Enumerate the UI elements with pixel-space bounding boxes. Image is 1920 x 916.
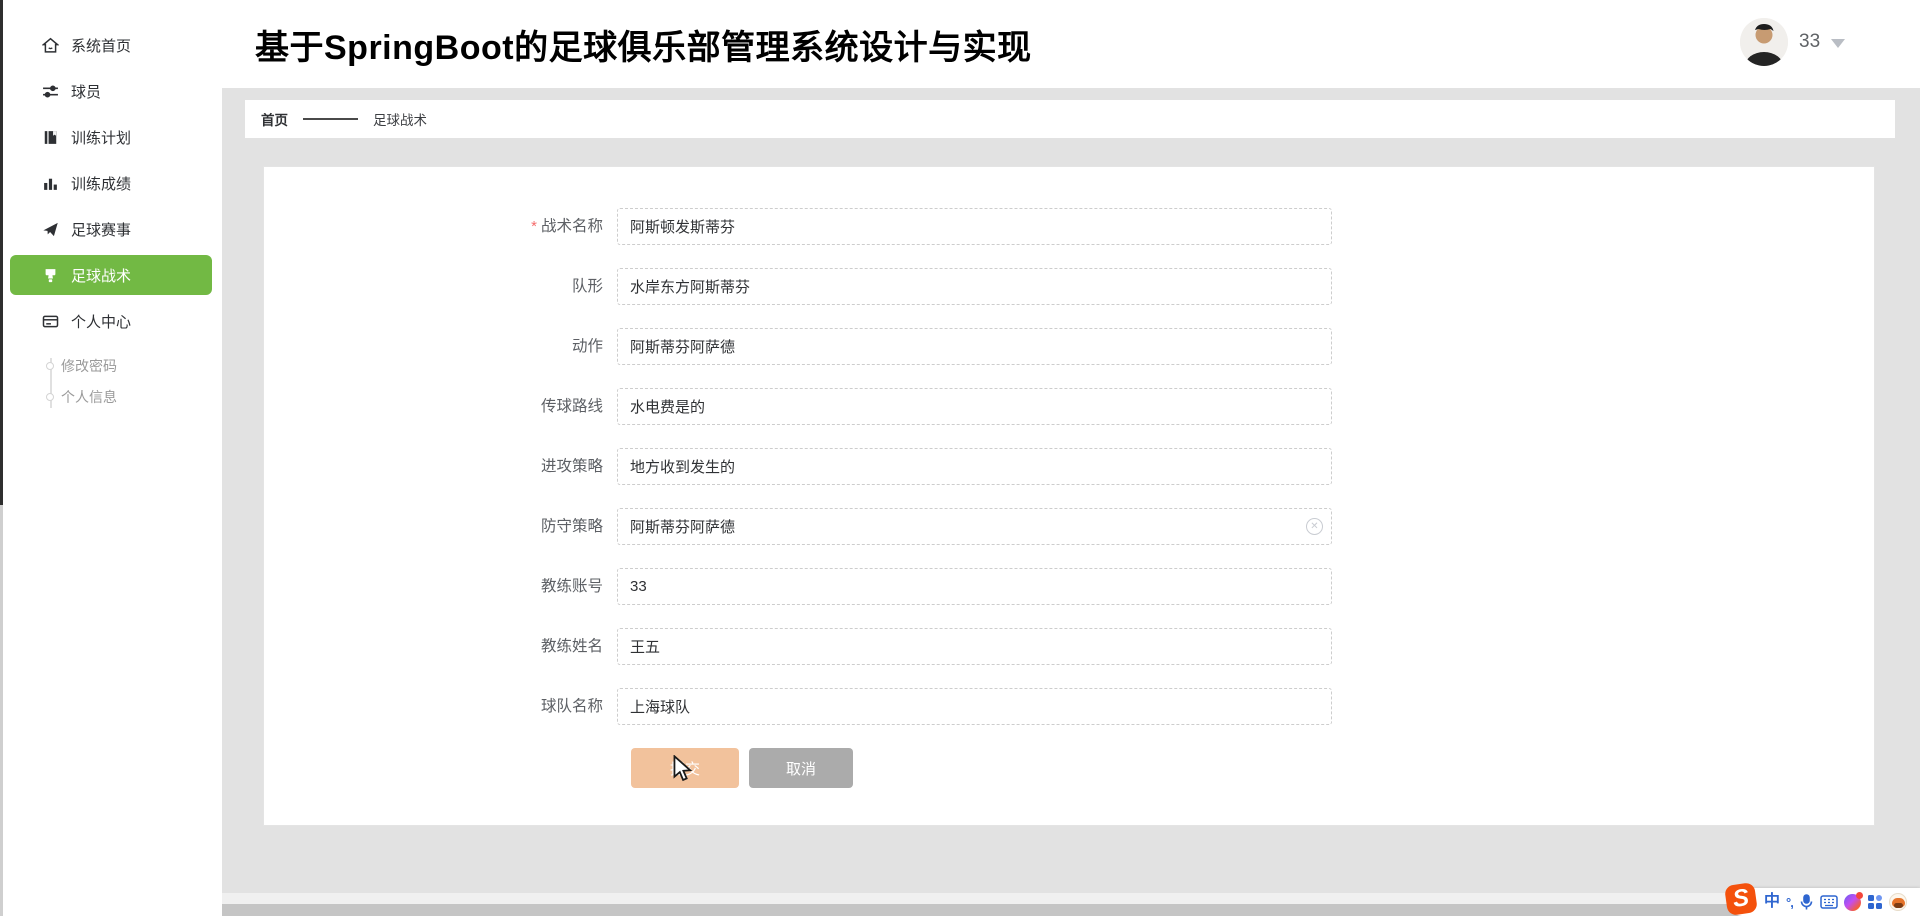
breadcrumb: 首页 足球战术 [245,100,1895,138]
sidebar-item-label: 足球赛事 [71,219,131,240]
form-row-coach-name: 教练姓名 [264,628,1874,665]
ime-chinese-mode-icon[interactable]: 中 [1764,888,1780,916]
sidebar-item-label: 训练计划 [71,127,131,148]
input-formation[interactable] [617,268,1332,305]
form-row-tactic-name: *战术名称 [264,208,1874,245]
user-avatar[interactable] [1740,18,1788,66]
chevron-down-icon [1831,39,1845,48]
label-team-name: 球队名称 [264,688,617,725]
form-actions: 提交 取消 [631,748,1874,788]
breadcrumb-current: 足球战术 [373,109,427,129]
sidebar-item-label: 个人中心 [71,311,131,332]
microphone-icon[interactable] [1799,894,1814,910]
label-coach-name: 教练姓名 [264,628,617,665]
input-wrap-action [617,328,1332,365]
form-panel: *战术名称队形动作传球路线进攻策略防守策略 ✕ 教练账号教练姓名球队名称 提交 取消 [263,166,1875,826]
notebook-icon [42,129,59,146]
label-attack-strategy: 进攻策略 [264,448,617,485]
sidebar-subitem-label: 修改密码 [61,356,117,376]
top-header: 基于SpringBoot的足球俱乐部管理系统设计与实现 33 [222,0,1920,88]
send-icon [42,221,59,238]
tactic-form: *战术名称队形动作传球路线进攻策略防守策略 ✕ 教练账号教练姓名球队名称 [264,208,1874,725]
ime-fox-icon[interactable] [1889,893,1907,911]
cancel-button[interactable]: 取消 [749,748,853,788]
sidebar-item-players[interactable]: 球员 [3,68,222,114]
brush-icon [42,267,59,284]
bottom-light-band [222,893,1920,904]
label-coach-account: 教练账号 [264,568,617,605]
breadcrumb-home[interactable]: 首页 [261,109,288,129]
input-wrap-team-name [617,688,1332,725]
sidebar-item-tactics[interactable]: 足球战术 [3,252,222,298]
input-tactic-name[interactable] [617,208,1332,245]
timeline-dot [46,393,54,401]
sliders-icon [42,83,59,100]
sidebar-menu: 系统首页球员训练计划训练成绩足球赛事足球战术个人中心 [3,0,222,344]
form-row-action: 动作 [264,328,1874,365]
bar-chart-icon [42,175,59,192]
sidebar-submenu: 修改密码个人信息 [3,350,222,412]
sidebar-subitem-label: 个人信息 [61,387,117,407]
main-area: 基于SpringBoot的足球俱乐部管理系统设计与实现 33 首页 足球战术 [222,0,1920,916]
input-team-name[interactable] [617,688,1332,725]
ime-toolbar[interactable]: S 中 °, [1728,888,1920,916]
sogou-logo-icon[interactable]: S [1724,882,1758,916]
sidebar-item-label: 足球战术 [71,265,131,286]
label-passing-route: 传球路线 [264,388,617,425]
input-coach-name[interactable] [617,628,1332,665]
form-row-defense-strategy: 防守策略 ✕ [264,508,1874,545]
bank-card-icon [42,313,59,330]
clear-input-icon[interactable]: ✕ [1306,518,1323,535]
sidebar-subitem-change-password[interactable]: 修改密码 [3,350,222,381]
input-wrap-formation [617,268,1332,305]
user-name: 33 [1799,31,1820,53]
label-defense-strategy: 防守策略 [264,508,617,545]
breadcrumb-separator [303,118,358,120]
ime-skin-icon[interactable] [1844,894,1861,911]
ime-punctuation-icon[interactable]: °, [1786,895,1793,910]
input-wrap-passing-route [617,388,1332,425]
input-wrap-defense-strategy: ✕ [617,508,1332,545]
sidebar-subitem-personal-info[interactable]: 个人信息 [3,381,222,412]
bottom-taskbar-band [222,904,1920,916]
home-icon [42,37,59,54]
input-wrap-coach-account [617,568,1332,605]
ime-toolbox-icon[interactable] [1867,894,1883,910]
sidebar-item-training-score[interactable]: 训练成绩 [3,160,222,206]
sidebar-item-label: 球员 [71,81,101,102]
form-row-team-name: 球队名称 [264,688,1874,725]
sidebar-item-home[interactable]: 系统首页 [3,22,222,68]
screen: 系统首页球员训练计划训练成绩足球赛事足球战术个人中心 修改密码个人信息 基于Sp… [0,0,1920,916]
input-coach-account[interactable] [617,568,1332,605]
input-defense-strategy[interactable] [617,508,1332,545]
sidebar-item-training-plan[interactable]: 训练计划 [3,114,222,160]
form-row-formation: 队形 [264,268,1874,305]
sidebar-item-label: 训练成绩 [71,173,131,194]
input-wrap-coach-name [617,628,1332,665]
user-menu[interactable]: 33 [1740,14,1845,70]
keyboard-icon[interactable] [1820,895,1838,909]
page-title: 基于SpringBoot的足球俱乐部管理系统设计与实现 [255,20,1032,69]
timeline-dot [46,362,54,370]
sidebar-item-matches[interactable]: 足球赛事 [3,206,222,252]
required-asterisk: * [531,218,537,235]
form-row-passing-route: 传球路线 [264,388,1874,425]
label-action: 动作 [264,328,617,365]
sidebar: 系统首页球员训练计划训练成绩足球赛事足球战术个人中心 修改密码个人信息 [3,0,222,916]
label-tactic-name: *战术名称 [264,208,617,245]
input-passing-route[interactable] [617,388,1332,425]
input-attack-strategy[interactable] [617,448,1332,485]
sidebar-item-label: 系统首页 [71,35,131,56]
form-row-coach-account: 教练账号 [264,568,1874,605]
input-wrap-tactic-name [617,208,1332,245]
label-formation: 队形 [264,268,617,305]
input-action[interactable] [617,328,1332,365]
sidebar-item-profile-center[interactable]: 个人中心 [3,298,222,344]
form-row-attack-strategy: 进攻策略 [264,448,1874,485]
mouse-cursor [672,755,696,788]
input-wrap-attack-strategy [617,448,1332,485]
